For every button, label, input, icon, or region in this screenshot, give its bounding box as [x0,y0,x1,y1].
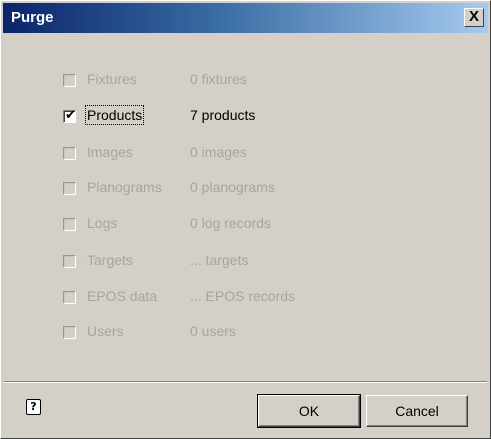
fixtures-label: Fixtures [87,71,137,87]
fixtures-count: 0 fixtures [190,71,247,87]
fixtures-checkbox[interactable] [63,74,76,87]
targets-label: Targets [87,252,133,268]
images-label: Images [87,144,133,160]
epos-data-count: ... EPOS records [190,288,296,304]
users-count: 0 users [190,323,236,339]
products-label: Products [84,105,145,125]
epos-data-checkbox[interactable] [63,291,76,304]
planograms-count: 0 planograms [190,179,275,195]
close-button[interactable]: X [464,8,484,27]
products-count: 7 products [190,107,256,123]
planograms-label: Planograms [87,179,162,195]
logs-label: Logs [87,215,118,231]
purge-dialog: Purge X Fixtures 0 fixtures ✔ Products 7… [0,0,491,439]
users-label: Users [87,323,124,339]
planograms-checkbox[interactable] [63,182,76,195]
images-checkbox[interactable] [63,147,76,160]
help-icon[interactable]: ? [26,399,41,415]
logs-count: 0 log records [190,215,271,231]
products-checkbox[interactable]: ✔ [63,108,76,123]
checkmark-icon: ✔ [65,108,76,123]
targets-checkbox[interactable] [63,255,76,268]
images-count: 0 images [190,144,247,160]
dialog-title: Purge [11,9,54,26]
cancel-button[interactable]: Cancel [366,395,468,427]
title-bar[interactable]: Purge X [3,3,488,33]
epos-data-label: EPOS data [87,288,158,304]
footer-divider [4,381,487,383]
ok-button[interactable]: OK [257,394,361,428]
logs-checkbox[interactable] [63,218,76,231]
users-checkbox[interactable] [63,326,76,339]
targets-count: ... targets [190,252,249,268]
